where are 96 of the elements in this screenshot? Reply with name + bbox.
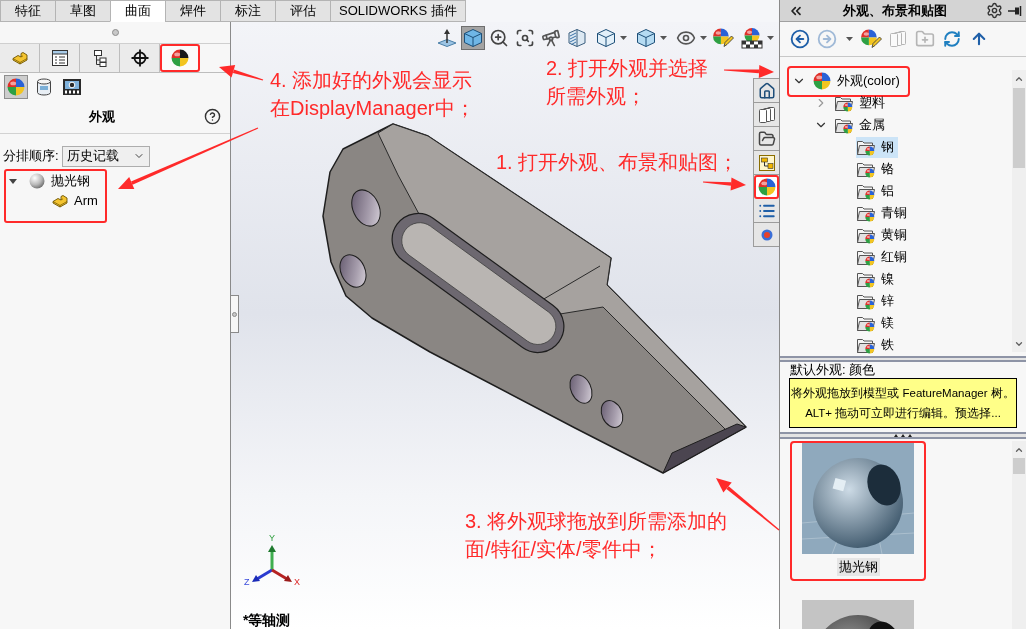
tree-item[interactable]: 塑料 — [834, 92, 889, 114]
property-list-icon — [50, 49, 69, 67]
magnifier-icon — [515, 28, 535, 48]
manager-tab[interactable] — [160, 44, 200, 72]
vertical-scrollbar[interactable] — [1012, 441, 1026, 629]
caret-icon — [659, 36, 667, 40]
callout-text: 2. 打开外观并选择 所需外观； — [546, 56, 709, 109]
pane-title: 外观、布景和贴图 — [842, 1, 948, 20]
dot-icon — [760, 228, 773, 241]
cube-icon — [635, 28, 656, 48]
cube-icon — [595, 28, 616, 48]
tree-item[interactable]: 铁 — [856, 334, 898, 356]
settings-icon[interactable] — [986, 2, 1003, 19]
task-pane-tab[interactable] — [754, 175, 779, 199]
sphere-icon — [7, 77, 25, 96]
triangle-down-icon[interactable] — [9, 178, 17, 184]
arrow-plane-icon — [437, 28, 457, 48]
sphere-pencil-icon — [860, 28, 882, 50]
view-name-label: *等轴测 — [243, 611, 291, 629]
sphere-checker-icon — [740, 27, 763, 49]
command-tab[interactable]: 标注 — [220, 0, 276, 22]
scrollbar-thumb[interactable] — [1013, 458, 1025, 474]
default-appearance-label: 默认外观: 颜色 — [789, 362, 877, 378]
command-tab[interactable]: 焊件 — [165, 0, 221, 22]
tree-item[interactable]: 铝 — [856, 180, 898, 202]
sphere-icon — [813, 72, 831, 90]
command-tab[interactable]: SOLIDWORKS 插件 — [330, 0, 466, 22]
telescope-icon — [541, 28, 561, 48]
sort-dropdown[interactable]: 历史记载 — [61, 145, 150, 167]
section-cube-icon — [567, 28, 587, 48]
edit-button[interactable] — [860, 27, 882, 51]
task-pane-tab[interactable] — [754, 79, 779, 103]
stacked-sheets-icon — [757, 105, 776, 124]
annotation-arrow — [724, 64, 774, 78]
axis-label: Z — [244, 578, 250, 587]
tree-item[interactable]: 铬 — [856, 158, 898, 180]
annotation-arrow — [703, 177, 746, 191]
command-tab[interactable]: 草图 — [55, 0, 111, 22]
axis-label: Y — [269, 534, 275, 543]
folder-icon — [757, 129, 776, 148]
manager-tab[interactable] — [40, 44, 80, 72]
folder-plus-icon — [915, 29, 935, 49]
manager-tab[interactable] — [80, 44, 120, 72]
scene-image-icon — [62, 77, 82, 96]
tree-item[interactable]: 抛光钢 — [29, 171, 90, 191]
grip-icon — [894, 434, 912, 437]
tree-item[interactable]: Arm — [52, 191, 98, 211]
axis-label: X — [294, 578, 300, 587]
sphere-pencil-icon — [712, 27, 734, 49]
appearance-swatch[interactable]: 抛光钢 — [790, 441, 926, 581]
stacked-sheets-icon — [889, 30, 907, 48]
sort-label: 分排顺序: — [3, 147, 59, 166]
magnifier-icon — [489, 28, 509, 48]
refresh-icon — [943, 30, 961, 48]
tree-item[interactable]: 红铜 — [856, 246, 911, 268]
back-button[interactable] — [789, 27, 811, 51]
caret-icon — [766, 36, 774, 40]
tree-item[interactable]: 镁 — [856, 312, 898, 334]
tree-item[interactable]: 黄铜 — [856, 224, 911, 246]
help-icon[interactable] — [204, 108, 221, 125]
axis-triad-drawing — [251, 544, 293, 584]
sphere-icon — [29, 173, 45, 189]
callout-text: 4. 添加好的外观会显示 在DisplayManager中； — [270, 68, 475, 121]
part-block-icon — [11, 50, 28, 66]
tree-item[interactable]: 钢 — [856, 136, 898, 158]
tree-item[interactable]: 锌 — [856, 290, 898, 312]
pin-icon[interactable] — [1007, 4, 1023, 17]
callout-text: 1. 打开外观、布景和贴图； — [496, 150, 739, 175]
cube-icon — [463, 28, 483, 48]
diagram-icon — [757, 153, 776, 172]
tree-item[interactable]: 青铜 — [856, 202, 911, 224]
part-block-icon — [52, 193, 68, 209]
caret-icon — [845, 37, 853, 41]
hint-tooltip: 将外观拖放到模型或 FeatureManager 树。ALT+ 拖动可立即进行编辑。预选择... — [789, 378, 1017, 428]
vertical-scrollbar[interactable] — [1012, 70, 1026, 352]
sphere-icon — [757, 178, 776, 196]
tree-item[interactable]: 镍 — [856, 268, 898, 290]
tree-item[interactable]: 金属 — [834, 114, 889, 136]
command-tab[interactable]: 评估 — [275, 0, 331, 22]
grip-dot-icon — [111, 29, 119, 36]
callout-text: 3. 将外观球拖放到所需添加的 面/特征/实体/零件中； — [465, 509, 728, 562]
cylinder-icon — [36, 77, 52, 96]
command-tab[interactable]: 曲面 — [110, 0, 166, 22]
caret-icon — [699, 36, 707, 40]
home-icon — [757, 81, 776, 100]
caret-icon — [619, 36, 627, 40]
sphere-icon — [171, 49, 189, 67]
tree-item[interactable]: 外观(color) — [812, 70, 904, 92]
panel-collapse-handle[interactable] — [231, 295, 239, 333]
crosshair-icon — [130, 49, 149, 67]
panel-title: 外观 — [88, 107, 116, 126]
scrollbar-thumb[interactable] — [1013, 88, 1025, 168]
manager-tab[interactable] — [120, 44, 160, 72]
eye-icon — [675, 28, 696, 48]
command-tab[interactable]: 特征 — [0, 0, 56, 22]
annotation-arrow — [219, 65, 264, 81]
